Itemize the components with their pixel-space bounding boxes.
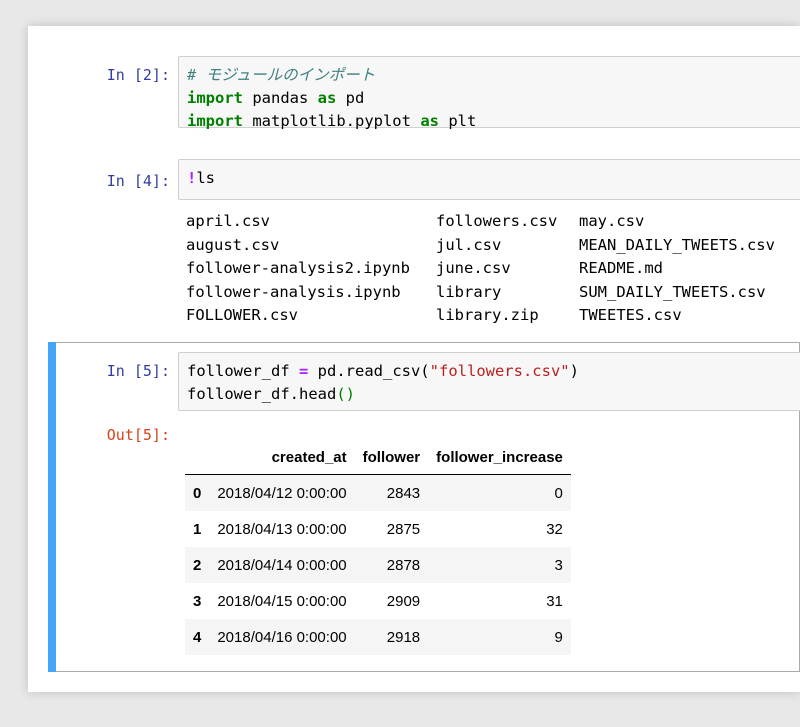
call-parens: () bbox=[336, 385, 355, 403]
row-index: 0 bbox=[193, 484, 202, 502]
row-index: 3 bbox=[193, 592, 202, 610]
file-name: jul.csv bbox=[436, 235, 502, 254]
table-row: 1 2018/04/13 0:00:00 2875 32 bbox=[185, 511, 571, 547]
code-editor[interactable]: # モジュールのインポート import pandas as pd import… bbox=[178, 56, 800, 130]
table-cell: 2018/04/12 0:00:00 bbox=[217, 484, 347, 502]
column-header: follower_increase bbox=[428, 440, 571, 475]
selected-cell-indicator bbox=[48, 342, 56, 672]
row-index: 1 bbox=[193, 520, 202, 538]
input-prompt: In [4]: bbox=[106, 172, 170, 190]
file-name: README.md bbox=[579, 259, 663, 277]
operator-assign: = bbox=[298, 362, 309, 380]
module-name: matplotlib.pyplot bbox=[243, 112, 421, 130]
table-cell: 0 bbox=[554, 484, 563, 502]
column-header: created_at bbox=[209, 440, 355, 475]
code-editor[interactable]: follower_df = pd.read_csv("followers.csv… bbox=[178, 352, 800, 411]
table-cell: 3 bbox=[554, 556, 563, 574]
table-header-row: created_at follower follower_increase bbox=[185, 440, 571, 475]
column-header: follower bbox=[354, 440, 429, 475]
file-name: library.zip bbox=[436, 306, 539, 324]
file-list-column-2: followers.csv jul.csv june.csv library libra… bbox=[436, 210, 557, 328]
table-cell: 2875 bbox=[386, 520, 421, 538]
table-row: 4 2018/04/16 0:00:00 2918 9 bbox=[185, 619, 571, 655]
input-prompt: In [5]: bbox=[106, 362, 170, 380]
table-cell: 2018/04/16 0:00:00 bbox=[217, 628, 347, 646]
file-name: follower-analysis2.ipynb bbox=[186, 259, 410, 277]
row-index: 2 bbox=[193, 556, 202, 574]
input-prompt: In [2]: bbox=[106, 66, 170, 84]
file-name: followers.csv bbox=[436, 212, 558, 230]
file-list-column-3: may.csv MEAN_DAILY_TWEETS.csv README.md SUM… bbox=[579, 210, 775, 328]
keyword-as: as bbox=[317, 89, 337, 107]
alias-name: plt bbox=[438, 112, 477, 130]
shell-command: ls bbox=[196, 169, 216, 187]
row-index: 4 bbox=[193, 628, 202, 646]
file-name: follower-analysis.ipynb bbox=[186, 282, 401, 301]
close-paren: ) bbox=[569, 362, 579, 380]
table-row: 2 2018/04/14 0:00:00 2878 3 bbox=[185, 547, 571, 583]
file-name: august.csv bbox=[186, 235, 280, 254]
variable-name: follower_df bbox=[187, 362, 299, 380]
alias-name: pd bbox=[336, 89, 365, 107]
file-name: may.csv bbox=[579, 212, 645, 230]
keyword-import: import bbox=[187, 112, 243, 130]
module-name: pandas bbox=[243, 89, 318, 107]
shell-bang: ! bbox=[187, 169, 197, 187]
file-name: TWEETES.csv bbox=[579, 306, 682, 324]
notebook-container: In [2]: # モジュールのインポート import pandas as p… bbox=[28, 26, 800, 692]
code-comment: # モジュールのインポート bbox=[187, 66, 376, 84]
table-cell: 32 bbox=[546, 520, 563, 538]
table-cell: 2909 bbox=[386, 592, 421, 610]
file-list-column-1: april.csv august.csv follower-analysis2.ip… bbox=[186, 210, 410, 328]
table-cell: 2878 bbox=[386, 556, 421, 574]
code-editor[interactable]: !ls bbox=[178, 159, 800, 200]
file-name: SUM_DAILY_TWEETS.csv bbox=[579, 282, 766, 301]
column-header bbox=[185, 440, 210, 475]
file-name: MEAN_DAILY_TWEETS.csv bbox=[579, 235, 775, 254]
dataframe-table: created_at follower follower_increase 0 201… bbox=[185, 440, 571, 655]
file-name: june.csv bbox=[436, 259, 511, 277]
file-name: FOLLOWER.csv bbox=[186, 306, 298, 324]
table-row: 3 2018/04/15 0:00:00 2909 31 bbox=[185, 583, 571, 619]
table-cell: 31 bbox=[546, 592, 563, 610]
file-name: library bbox=[436, 282, 502, 301]
output-prompt: Out[5]: bbox=[106, 426, 170, 444]
table-cell: 2018/04/15 0:00:00 bbox=[217, 592, 347, 610]
string-literal: "followers.csv" bbox=[429, 362, 570, 380]
keyword-as: as bbox=[420, 112, 439, 130]
function-call: pd.read_csv( bbox=[308, 362, 430, 380]
table-row: 0 2018/04/12 0:00:00 2843 0 bbox=[185, 474, 571, 511]
table-cell: 2018/04/14 0:00:00 bbox=[217, 556, 347, 574]
file-name: april.csv bbox=[186, 212, 270, 230]
table-cell: 2843 bbox=[386, 484, 421, 502]
method-call: follower_df.head bbox=[187, 385, 337, 403]
table-cell: 2918 bbox=[386, 628, 421, 646]
table-cell: 2018/04/13 0:00:00 bbox=[217, 520, 347, 538]
keyword-import: import bbox=[187, 89, 243, 107]
table-cell: 9 bbox=[554, 628, 563, 646]
